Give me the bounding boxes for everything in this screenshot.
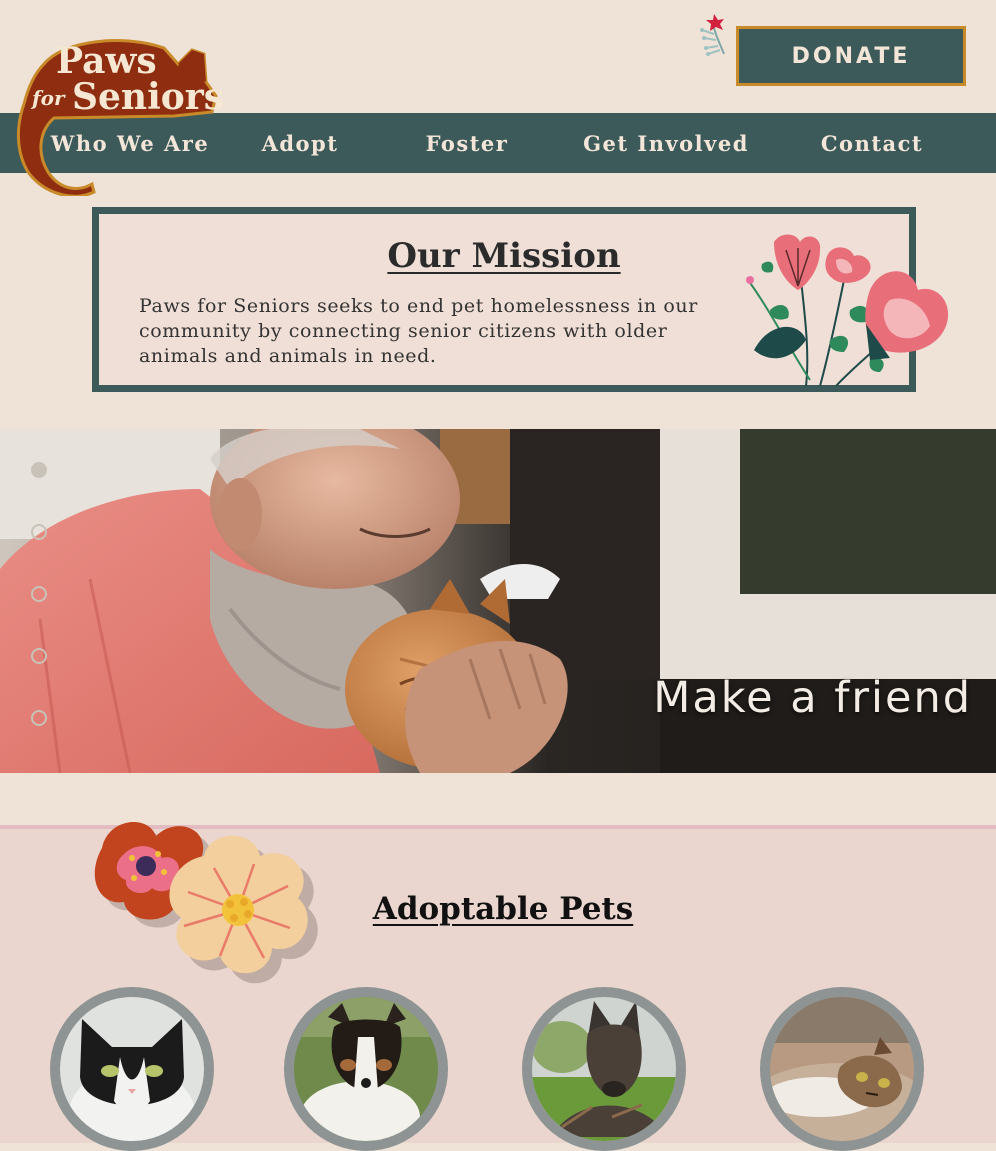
nav-item-get-involved[interactable]: Get Involved bbox=[578, 113, 754, 173]
flower-sprig-icon bbox=[700, 14, 725, 56]
pet-photo-dog bbox=[532, 997, 676, 1141]
pet-card-tabby-cat[interactable] bbox=[760, 987, 924, 1151]
slide-dot-5[interactable] bbox=[31, 710, 47, 726]
hero-slideshow[interactable]: Make a friend bbox=[0, 429, 996, 773]
pet-photo-cat bbox=[770, 997, 914, 1141]
logo[interactable]: Paws for Seniors bbox=[14, 34, 224, 198]
slide-dot-1[interactable] bbox=[31, 462, 47, 478]
slide-dot-3[interactable] bbox=[31, 586, 47, 602]
logo-text-for: for bbox=[32, 86, 65, 110]
slide-indicators bbox=[31, 462, 47, 772]
nav-item-adopt[interactable]: Adopt bbox=[238, 113, 362, 173]
pet-photo-dog bbox=[294, 997, 438, 1141]
pet-photo-cat bbox=[60, 997, 204, 1141]
pet-card-black-white-cat[interactable] bbox=[50, 987, 214, 1151]
pet-card-terrier-dog[interactable] bbox=[284, 987, 448, 1151]
logo-text-seniors: Seniors bbox=[72, 76, 224, 118]
pet-card-brindle-dog[interactable] bbox=[522, 987, 686, 1151]
nav-item-contact[interactable]: Contact bbox=[804, 113, 940, 173]
hero-tagline: Make a friend bbox=[653, 673, 972, 723]
donate-button[interactable]: DONATE bbox=[736, 26, 966, 86]
decorative-flowers-icon bbox=[94, 822, 318, 984]
mission-text: Paws for Seniors seeks to end pet homele… bbox=[139, 295, 698, 367]
flower-bouquet-icon bbox=[746, 234, 949, 387]
nav-item-foster[interactable]: Foster bbox=[404, 113, 530, 173]
slide-dot-4[interactable] bbox=[31, 648, 47, 664]
slide-dot-2[interactable] bbox=[31, 524, 47, 540]
